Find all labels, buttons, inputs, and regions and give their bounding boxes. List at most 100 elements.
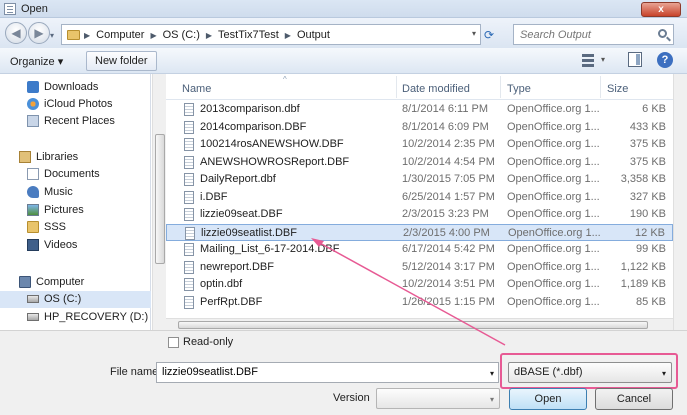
sidebar-item-pictures[interactable]: Pictures bbox=[0, 202, 151, 219]
file-row[interactable]: optin.dbf 10/2/2014 3:51 PM OpenOffice.org… bbox=[166, 276, 673, 293]
file-size-cell: 1,189 KB bbox=[620, 278, 666, 290]
column-header-type[interactable]: Type bbox=[507, 83, 531, 95]
sidebar-item-libraries[interactable]: Libraries bbox=[0, 149, 151, 166]
file-name-dropdown-icon[interactable]: ▾ bbox=[490, 369, 494, 378]
breadcrumb-os-c[interactable]: OS (C:) bbox=[163, 29, 200, 42]
navigation-pane: Downloads iCloud Photos Recent Places Li… bbox=[0, 74, 151, 330]
file-row[interactable]: 2014comparison.DBF 8/1/2014 6:09 PM OpenOf… bbox=[166, 119, 673, 136]
preview-pane-icon[interactable] bbox=[628, 52, 642, 67]
column-header-date[interactable]: Date modified bbox=[402, 83, 470, 95]
organize-button[interactable]: Organize ▾ bbox=[10, 55, 63, 68]
file-type-cell: OpenOffice.org 1... bbox=[507, 138, 600, 150]
dbf-file-icon bbox=[185, 226, 195, 240]
change-view-icon[interactable] bbox=[582, 53, 596, 67]
open-button[interactable]: Open bbox=[509, 388, 587, 410]
sidebar-item-label: SSS bbox=[44, 221, 67, 233]
breadcrumb-separator[interactable]: ▶ bbox=[84, 29, 90, 42]
file-type-dropdown-icon[interactable]: ▾ bbox=[662, 369, 666, 378]
dbf-file-icon bbox=[184, 103, 194, 116]
file-date-cell: 10/2/2014 3:51 PM bbox=[402, 278, 495, 290]
sidebar-item-label: OS (C:) bbox=[44, 293, 82, 305]
file-row[interactable]: lizzie09seatlist.DBF 2/3/2015 4:00 PM Open… bbox=[166, 223, 673, 241]
breadcrumb-separator[interactable]: ▶ bbox=[206, 29, 212, 42]
sidebar-item-computer[interactable]: Computer bbox=[0, 274, 151, 291]
pictures-icon bbox=[27, 204, 39, 216]
cancel-button[interactable]: Cancel bbox=[595, 388, 673, 410]
sort-ascending-icon: ^ bbox=[283, 75, 287, 84]
icloud-photos-icon bbox=[27, 98, 39, 110]
address-box[interactable]: ▶ Computer ▶ OS (C:) ▶ TestTix7Test ▶ Ou… bbox=[61, 24, 481, 45]
breadcrumb-testtix7test[interactable]: TestTix7Test bbox=[218, 29, 279, 42]
column-header-size[interactable]: Size bbox=[607, 83, 628, 95]
computer-icon bbox=[19, 276, 31, 288]
breadcrumb-output[interactable]: Output bbox=[297, 29, 330, 42]
videos-icon bbox=[27, 239, 39, 251]
sidebar-item-hp-recovery[interactable]: HP_RECOVERY (D:) bbox=[0, 309, 151, 326]
file-size-cell: 433 KB bbox=[629, 120, 666, 133]
version-dropdown-icon[interactable]: ▾ bbox=[490, 395, 494, 404]
column-header-name[interactable]: Name bbox=[182, 83, 211, 95]
checkbox-box[interactable] bbox=[168, 337, 179, 348]
file-size-cell: 85 KB bbox=[636, 295, 666, 308]
refresh-icon[interactable]: ⟳ bbox=[484, 28, 494, 42]
help-icon[interactable]: ? bbox=[657, 52, 673, 68]
file-type-select[interactable]: dBASE (*.dbf) ▾ bbox=[508, 362, 672, 383]
file-type-cell: OpenOffice.org 1... bbox=[507, 155, 600, 168]
navigation-scrollbar-thumb[interactable] bbox=[155, 134, 165, 264]
file-size-cell: 3,358 KB bbox=[620, 173, 666, 185]
breadcrumb-separator[interactable]: ▶ bbox=[285, 29, 291, 42]
column-divider[interactable] bbox=[500, 76, 501, 98]
sidebar-item-recent-places[interactable]: Recent Places bbox=[0, 113, 151, 130]
file-row[interactable]: DailyReport.dbf 1/30/2015 7:05 PM OpenOffi… bbox=[166, 171, 673, 188]
version-select[interactable]: ▾ bbox=[376, 388, 500, 409]
file-date-cell: 1/26/2015 1:15 PM bbox=[402, 295, 495, 308]
documents-icon bbox=[27, 168, 39, 180]
navigation-scrollbar[interactable] bbox=[152, 74, 166, 330]
view-options-chevron-icon[interactable]: ▾ bbox=[601, 55, 605, 64]
file-row[interactable]: PerfRpt.DBF 1/26/2015 1:15 PM OpenOffice.o… bbox=[166, 294, 673, 311]
breadcrumb-computer[interactable]: Computer bbox=[96, 29, 144, 42]
file-row[interactable]: Mailing_List_6-17-2014.DBF 6/17/2014 5:42… bbox=[166, 241, 673, 258]
file-row[interactable]: 100214rosANEWSHOW.DBF 10/2/2014 2:35 PM Op… bbox=[166, 136, 673, 153]
file-name-input[interactable] bbox=[162, 366, 482, 378]
column-divider[interactable] bbox=[600, 76, 601, 98]
search-input[interactable] bbox=[520, 26, 650, 44]
file-row[interactable]: newreport.DBF 5/12/2014 3:17 PM OpenOffice… bbox=[166, 259, 673, 276]
horizontal-scrollbar-thumb[interactable] bbox=[178, 321, 648, 329]
file-date-cell: 2/3/2015 4:00 PM bbox=[403, 226, 490, 239]
sidebar-item-videos[interactable]: Videos bbox=[0, 237, 151, 254]
dialog-footer: Read-only File name: ▾ dBASE (*.dbf) ▾ V… bbox=[0, 330, 687, 415]
file-type-cell: OpenOffice.org 1... bbox=[507, 190, 600, 203]
read-only-label: Read-only bbox=[183, 336, 234, 348]
sidebar-item-icloud-photos[interactable]: iCloud Photos bbox=[0, 96, 151, 113]
close-button[interactable]: x bbox=[641, 2, 681, 17]
search-icon[interactable] bbox=[658, 29, 667, 38]
file-size-cell: 12 KB bbox=[635, 226, 665, 239]
back-button[interactable]: ◀ bbox=[5, 22, 27, 44]
horizontal-scrollbar[interactable] bbox=[166, 318, 673, 330]
file-list-scrollbar[interactable] bbox=[673, 74, 687, 330]
toolbar: Organize ▾ New folder ▾ ? bbox=[0, 48, 687, 74]
file-row[interactable]: i.DBF 6/25/2014 1:57 PM OpenOffice.org 1..… bbox=[166, 189, 673, 206]
file-type-cell: OpenOffice.org 1... bbox=[507, 243, 600, 255]
file-row[interactable]: lizzie09seat.DBF 2/3/2015 3:23 PM OpenOffi… bbox=[166, 206, 673, 223]
sidebar-item-downloads[interactable]: Downloads bbox=[0, 79, 151, 96]
sidebar-item-label: Recent Places bbox=[44, 115, 115, 127]
sidebar-item-sss[interactable]: SSS bbox=[0, 219, 151, 236]
sidebar-item-music[interactable]: Music bbox=[0, 184, 151, 201]
drive-icon bbox=[27, 295, 39, 303]
address-dropdown-icon[interactable]: ▾ bbox=[472, 29, 476, 38]
version-label: Version bbox=[333, 392, 370, 404]
forward-button[interactable]: ▶ bbox=[28, 22, 50, 44]
new-folder-button[interactable]: New folder bbox=[86, 51, 157, 71]
sidebar-item-documents[interactable]: Documents bbox=[0, 166, 151, 183]
file-row[interactable]: 2013comparison.dbf 8/1/2014 6:11 PM OpenOf… bbox=[166, 101, 673, 118]
search-box[interactable] bbox=[513, 24, 674, 45]
sidebar-item-os-c[interactable]: OS (C:) bbox=[0, 291, 151, 308]
breadcrumb-separator[interactable]: ▶ bbox=[150, 29, 156, 42]
column-divider[interactable] bbox=[396, 76, 397, 98]
recent-locations-chevron-icon[interactable]: ▾ bbox=[50, 31, 54, 40]
file-row[interactable]: ANEWSHOWROSReport.DBF 10/2/2014 4:54 PM Op… bbox=[166, 154, 673, 171]
file-date-cell: 1/30/2015 7:05 PM bbox=[402, 173, 495, 185]
file-name-field[interactable]: ▾ bbox=[156, 362, 499, 383]
